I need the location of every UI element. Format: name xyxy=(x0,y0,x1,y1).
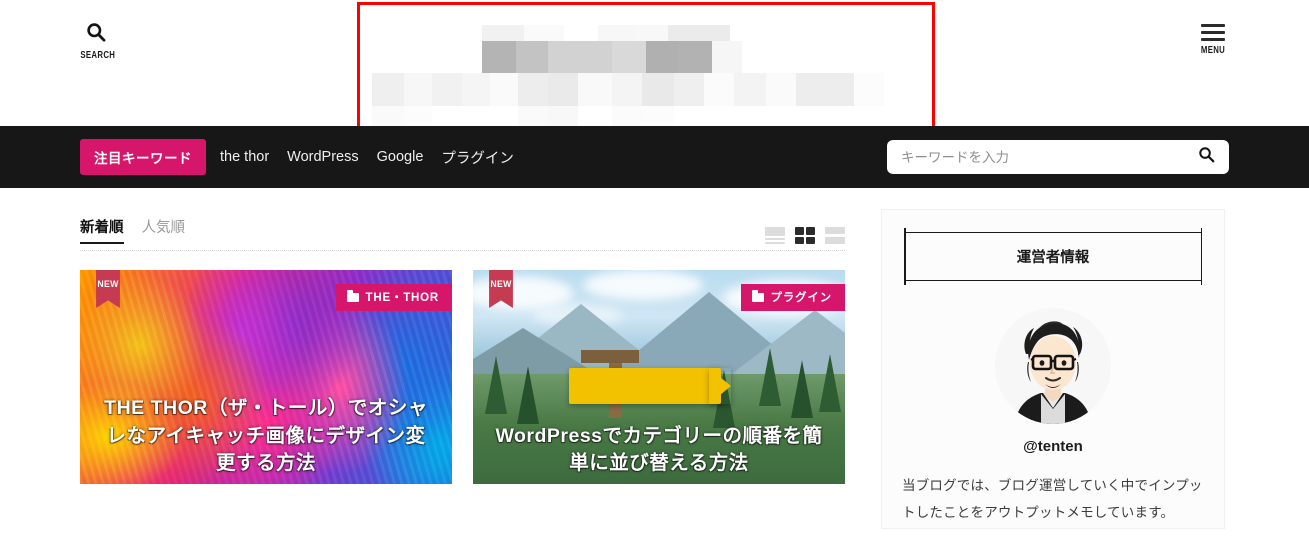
mosaic-logo xyxy=(360,5,932,127)
keyword-links: the thor WordPress Google プラグイン xyxy=(220,147,514,168)
keyword-link-wordpress[interactable]: WordPress xyxy=(287,149,358,165)
widget-title-profile: 運営者情報 xyxy=(904,228,1202,285)
category-badge[interactable]: プラグイン xyxy=(740,284,845,311)
logo-area-highlight xyxy=(357,2,935,130)
keyword-link-plugin[interactable]: プラグイン xyxy=(441,147,514,168)
nav-search-box[interactable] xyxy=(887,140,1229,174)
sidebar: 運営者情報 @tenten 当ブログでは、ブログ運営していく中でインプットしたこ… xyxy=(881,209,1225,529)
content-toolbar: 新着順 人気順 xyxy=(80,188,845,244)
view-toggle-group xyxy=(765,227,845,244)
keyword-navbar: 注目キーワード the thor WordPress Google プラグイン xyxy=(0,126,1309,188)
hamburger-icon xyxy=(1201,24,1225,41)
search-input[interactable] xyxy=(901,149,1198,165)
category-badge[interactable]: THE・THOR xyxy=(335,284,452,311)
avatar xyxy=(995,308,1111,424)
category-label: THE・THOR xyxy=(365,292,439,304)
folder-icon xyxy=(751,289,764,302)
header-search-label: SEARCH xyxy=(80,50,116,61)
main-content: 新着順 人気順 NEW THE・THOR THE THOR（ザ・トール）でオシャ… xyxy=(80,188,845,529)
header-menu-label: MENU xyxy=(1200,45,1226,56)
tab-popular[interactable]: 人気順 xyxy=(142,216,186,242)
list-view-icon[interactable] xyxy=(765,227,785,244)
header-menu-button[interactable]: MENU xyxy=(1193,24,1233,56)
avatar-illustration xyxy=(995,308,1111,424)
search-icon[interactable] xyxy=(1198,146,1215,168)
magnifier-icon xyxy=(76,22,116,47)
profile-handle: @tenten xyxy=(1023,438,1083,455)
keyword-badge[interactable]: 注目キーワード xyxy=(80,139,206,175)
article-card[interactable]: NEW プラグイン WordPressでカテゴリーの順番を簡単に並び替える方法 xyxy=(473,270,845,484)
article-card[interactable]: NEW THE・THOR THE THOR（ザ・トール）でオシャレなアイキャッチ… xyxy=(80,270,452,484)
profile-bio: 当ブログでは、ブログ運営していく中でインプットしたことをアウトプットメモしていま… xyxy=(902,478,1203,520)
tab-newest[interactable]: 新着順 xyxy=(80,216,124,244)
article-title[interactable]: WordPressでカテゴリーの順番を簡単に並び替える方法 xyxy=(473,423,845,478)
grid-view-icon[interactable] xyxy=(795,227,815,244)
site-header: SEARCH MENU xyxy=(0,0,1309,130)
card-view-icon[interactable] xyxy=(825,227,845,244)
article-grid: NEW THE・THOR THE THOR（ザ・トール）でオシャレなアイキャッチ… xyxy=(80,270,845,484)
folder-icon xyxy=(346,289,359,302)
category-label: プラグイン xyxy=(770,292,832,304)
keyword-link-google[interactable]: Google xyxy=(377,149,424,165)
article-title[interactable]: THE THOR（ザ・トール）でオシャレなアイキャッチ画像にデザイン変更する方法 xyxy=(80,395,452,478)
sort-tabs: 新着順 人気順 xyxy=(80,216,185,244)
toolbar-divider xyxy=(80,250,845,251)
keyword-link-the-thor[interactable]: the thor xyxy=(220,149,269,165)
page-body: 新着順 人気順 NEW THE・THOR THE THOR（ザ・トール）でオシャ… xyxy=(0,188,1309,529)
header-search-button[interactable]: SEARCH xyxy=(76,22,116,61)
